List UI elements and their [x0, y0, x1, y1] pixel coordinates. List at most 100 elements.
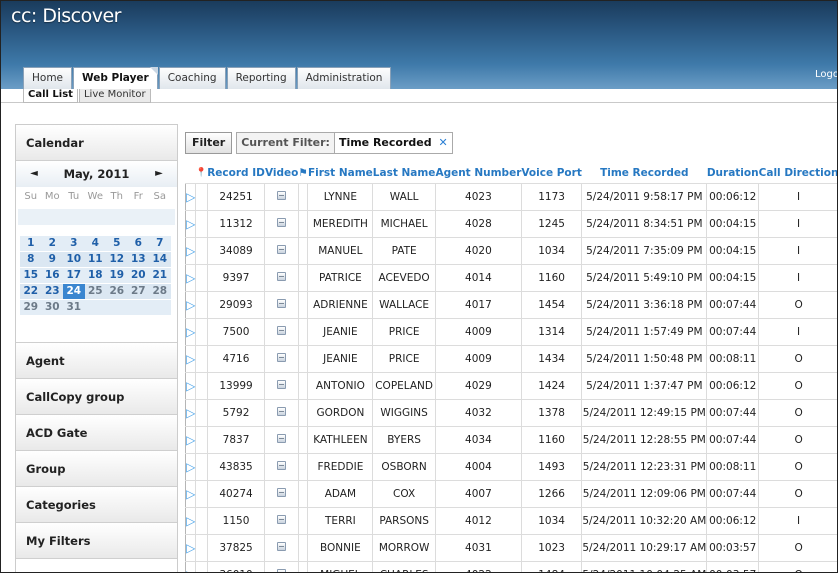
table-row[interactable]: ▷ 29093 ADRIENNE WALLACE 4017 1454 5/24/2011 3…: [184, 290, 837, 319]
calendar-day[interactable]: 11: [85, 252, 107, 267]
play-icon[interactable]: ▷: [184, 263, 197, 292]
subtab-live-monitor[interactable]: Live Monitor: [78, 89, 151, 103]
play-icon[interactable]: ▷: [184, 479, 197, 508]
column-header[interactable]: Duration: [706, 164, 759, 184]
table-row[interactable]: ▷ 11312 MEREDITH MICHAEL 4028 1245 5/24/2011 8…: [184, 209, 837, 238]
video-icon[interactable]: [277, 514, 287, 524]
flag-column-icon[interactable]: ⚑: [298, 164, 308, 184]
calendar-day[interactable]: 3: [63, 236, 85, 251]
calendar-day[interactable]: 13: [128, 252, 150, 267]
calendar-day[interactable]: 17: [63, 268, 85, 283]
play-icon[interactable]: ▷: [184, 344, 197, 373]
calendar-day[interactable]: 16: [42, 268, 64, 283]
calendar-day[interactable]: 30: [42, 300, 64, 315]
video-cell[interactable]: [264, 371, 299, 400]
calendar-day[interactable]: 21: [149, 268, 171, 283]
table-row[interactable]: ▷ 5792 GORDON WIGGINS 4032 1378 5/24/2011 12:4…: [184, 398, 837, 427]
video-icon[interactable]: [277, 352, 287, 362]
video-icon[interactable]: [277, 487, 287, 497]
table-row[interactable]: ▷ 40274 ADAM COX 4007 1266 5/24/2011 12:09:06 …: [184, 479, 837, 508]
calendar-day[interactable]: 18: [85, 268, 107, 283]
table-row[interactable]: ▷ 37825 BONNIE MORROW 4031 1023 5/24/2011 10:2…: [184, 533, 837, 562]
column-header[interactable]: [185, 164, 196, 184]
video-icon[interactable]: [277, 298, 287, 308]
pin-column-icon[interactable]: 📍: [195, 164, 208, 184]
column-header[interactable]: Time Recorded: [581, 164, 707, 184]
calendar-day[interactable]: 8: [20, 252, 42, 267]
sidebar-section-categories[interactable]: Categories: [16, 487, 177, 523]
calendar-day[interactable]: 12: [106, 252, 128, 267]
video-icon[interactable]: [277, 325, 287, 335]
calendar-day[interactable]: 2: [42, 236, 64, 251]
calendar-day[interactable]: 10: [63, 252, 85, 267]
calendar-day[interactable]: 23: [42, 284, 64, 299]
calendar-day[interactable]: 6: [128, 236, 150, 251]
calendar-day[interactable]: 15: [20, 268, 42, 283]
table-row[interactable]: ▷ 24251 LYNNE WALL 4023 1173 5/24/2011 9:58:17…: [184, 182, 837, 211]
video-cell[interactable]: [264, 317, 299, 346]
video-icon[interactable]: [277, 460, 287, 470]
subtab-call-list[interactable]: Call List: [23, 89, 78, 103]
column-header[interactable]: Video: [264, 164, 299, 184]
table-row[interactable]: ▷ 36010 MIGUELCHARLES402214845/24/2011 10:…: [184, 560, 837, 572]
calendar-day[interactable]: 29: [20, 300, 42, 315]
table-row[interactable]: ▷ 7500 JEANIE PRICE 4009 1314 5/24/2011 1:57:4…: [184, 317, 837, 346]
sidebar-section-acd-gate[interactable]: ACD Gate: [16, 415, 177, 451]
tab-web-player[interactable]: Web Player: [73, 67, 158, 90]
video-icon[interactable]: [277, 217, 287, 227]
play-icon[interactable]: ▷: [184, 290, 197, 319]
column-header[interactable]: Agent Number: [435, 164, 522, 184]
table-row[interactable]: ▷ 34089 MANUEL PATE 4020 1034 5/24/2011 7:35:0…: [184, 236, 837, 265]
video-icon[interactable]: [277, 244, 287, 254]
video-cell[interactable]: [264, 182, 299, 211]
video-icon[interactable]: [277, 379, 287, 389]
video-cell[interactable]: [264, 560, 299, 572]
play-icon[interactable]: ▷: [184, 317, 197, 346]
calendar-day[interactable]: 7: [149, 236, 171, 251]
play-icon[interactable]: ▷: [184, 560, 197, 572]
logout-link[interactable]: Logo: [815, 69, 837, 80]
calendar-day[interactable]: 25: [85, 284, 107, 299]
column-header[interactable]: Call Direction: [758, 164, 837, 184]
calendar-day[interactable]: 27: [128, 284, 150, 299]
play-icon[interactable]: ▷: [184, 452, 197, 481]
calendar-day[interactable]: 20: [128, 268, 150, 283]
video-cell[interactable]: [264, 506, 299, 535]
play-icon[interactable]: ▷: [184, 371, 197, 400]
column-header[interactable]: Voice Port: [521, 164, 582, 184]
sidebar-section-agent[interactable]: Agent: [16, 343, 177, 379]
sidebar-section-my-filters[interactable]: My Filters: [16, 523, 177, 559]
tab-coaching[interactable]: Coaching: [158, 67, 226, 89]
play-icon[interactable]: ▷: [184, 209, 197, 238]
clear-filter-icon[interactable]: ✕: [438, 136, 447, 149]
calendar-day[interactable]: 22: [20, 284, 42, 299]
video-cell[interactable]: [264, 533, 299, 562]
column-header[interactable]: Record ID: [207, 164, 265, 184]
tab-reporting[interactable]: Reporting: [226, 67, 296, 89]
play-icon[interactable]: ▷: [184, 398, 197, 427]
prev-month-icon[interactable]: ◄: [24, 161, 44, 187]
video-cell[interactable]: [264, 290, 299, 319]
video-cell[interactable]: [264, 209, 299, 238]
video-icon[interactable]: [277, 433, 287, 443]
table-row[interactable]: ▷ 9397 PATRICE ACEVEDO 4014 1160 5/24/2011 5:4…: [184, 263, 837, 292]
filter-button[interactable]: Filter: [185, 132, 233, 154]
calendar-day[interactable]: 9: [42, 252, 64, 267]
play-icon[interactable]: ▷: [184, 506, 197, 535]
play-icon[interactable]: ▷: [184, 182, 197, 211]
calendar-day[interactable]: 28: [149, 284, 171, 299]
calendar-day[interactable]: 26: [106, 284, 128, 299]
calendar-header[interactable]: Calendar: [16, 125, 177, 161]
play-icon[interactable]: ▷: [184, 533, 197, 562]
sidebar-section-group[interactable]: Group: [16, 451, 177, 487]
calendar-day[interactable]: 31: [63, 300, 85, 315]
calendar-day[interactable]: 14: [149, 252, 171, 267]
video-cell[interactable]: [264, 452, 299, 481]
video-cell[interactable]: [264, 263, 299, 292]
video-cell[interactable]: [264, 479, 299, 508]
next-month-icon[interactable]: ►: [149, 161, 169, 187]
table-row[interactable]: ▷ 4716 JEANIE PRICE 4009 1434 5/24/2011 1:50:4…: [184, 344, 837, 373]
table-row[interactable]: ▷ 13999 ANTONIO COPELAND 4029 1424 5/24/2011 1…: [184, 371, 837, 400]
table-row[interactable]: ▷ 1150 TERRI PARSONS 4012 1034 5/24/2011 10:32…: [184, 506, 837, 535]
calendar-day[interactable]: 19: [106, 268, 128, 283]
